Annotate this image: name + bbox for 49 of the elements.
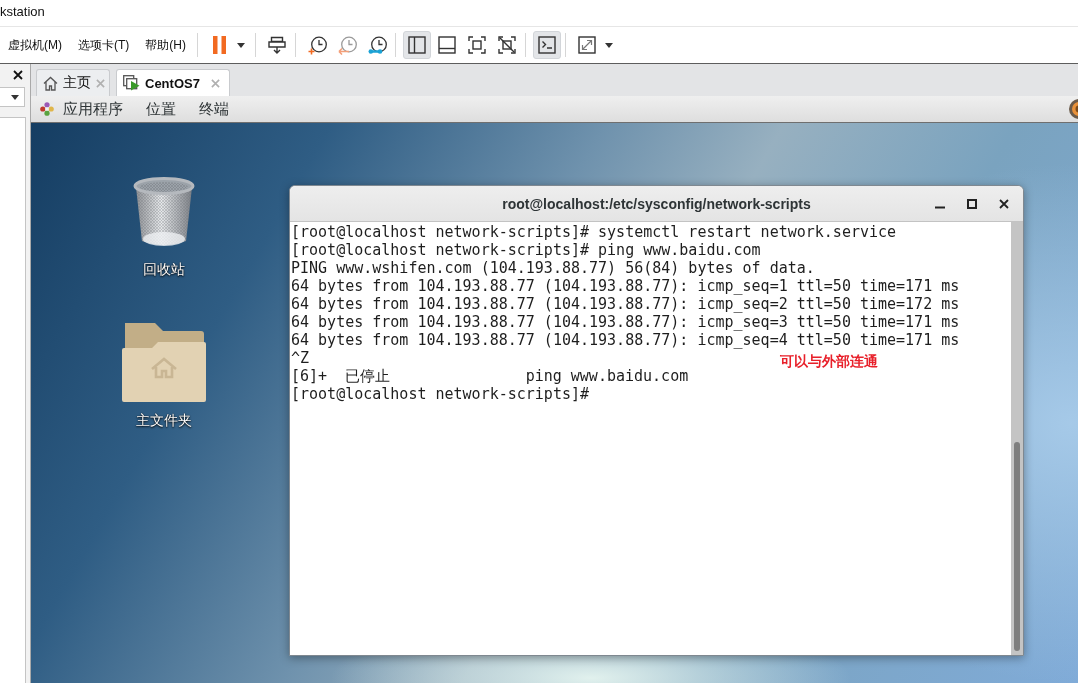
close-icon[interactable] — [999, 198, 1009, 209]
tab[interactable]: CentOS7 — [116, 69, 230, 96]
screen-arrow-icon[interactable] — [268, 36, 286, 54]
caret-icon[interactable] — [605, 42, 613, 48]
menu-item[interactable]: 虚拟机(M) — [0, 31, 70, 59]
home-folder-icon[interactable] — [122, 321, 206, 402]
clock-wrench-icon[interactable] — [367, 35, 387, 55]
terminal-line: 64 bytes from 104.193.88.77 (104.193.88.77): icmp_seq=1 ttl=50 time=171 ms — [291, 277, 960, 295]
terminal-line: [root@localhost network-scripts]# ping www.baidu.com — [291, 241, 761, 259]
home-icon — [43, 75, 58, 91]
apps-icon[interactable] — [40, 102, 54, 116]
menu-item[interactable]: 终端 — [199, 99, 229, 119]
terminal-line: [root@localhost network-scripts]# systemctl restart network.service — [291, 223, 897, 241]
terminal-line: PING www.wshifen.com (104.193.88.77) 56(84) bytes of data. — [291, 259, 815, 277]
expand-icon[interactable] — [578, 36, 596, 54]
icon-label: 主文件夹 — [136, 412, 192, 430]
close-icon[interactable] — [13, 70, 23, 80]
window-title: kstation — [0, 3, 45, 19]
menu-item[interactable]: 选项卡(T) — [70, 31, 138, 59]
view-toggle-button[interactable] — [533, 31, 561, 59]
terminal-line: [root@localhost network-scripts]# — [291, 385, 589, 403]
bottom-panel-icon[interactable] — [438, 36, 456, 54]
view-toggle-button[interactable] — [403, 31, 431, 59]
caret-icon[interactable] — [237, 42, 245, 48]
menu-item[interactable]: 位置 — [146, 99, 176, 119]
terminal-line: 64 bytes from 104.193.88.77 (104.193.88.77): icmp_seq=2 ttl=50 time=172 ms — [291, 295, 960, 313]
dropdown-field[interactable] — [0, 87, 25, 107]
menu-item[interactable]: 帮助(H) — [137, 31, 194, 59]
frame-corners-icon[interactable] — [468, 36, 486, 54]
menu-item[interactable]: 应用程序 — [40, 99, 123, 119]
pause-icon[interactable] — [212, 36, 226, 54]
scrollbar[interactable] — [1011, 222, 1023, 655]
annotation-text: 可以与外部连通 — [780, 353, 878, 371]
terminal-line: ^Z — [291, 349, 310, 367]
tab[interactable]: 主页 — [36, 69, 110, 96]
maximize-icon[interactable] — [967, 198, 977, 209]
caret-icon[interactable] — [11, 94, 19, 100]
vm-play-icon — [123, 75, 140, 91]
clock-plus-icon[interactable] — [307, 35, 327, 55]
frame-slash-icon[interactable] — [498, 36, 516, 54]
icon-label: 回收站 — [143, 261, 185, 279]
terminal-line: 64 bytes from 104.193.88.77 (104.193.88.77): icmp_seq=3 ttl=50 time=171 ms — [291, 313, 960, 331]
window-title: root@localhost:/etc/sysconfig/network-scripts — [502, 195, 811, 212]
trash-icon[interactable] — [133, 177, 195, 249]
scrollbar-thumb[interactable] — [1014, 442, 1020, 651]
console-icon[interactable] — [538, 36, 556, 54]
terminal-line: 64 bytes from 104.193.88.77 (104.193.88.77): icmp_seq=4 ttl=50 time=171 ms — [291, 331, 960, 349]
terminal-line: [6]+ 已停止 ping www.baidu.com — [291, 367, 689, 385]
sidebar-layout-icon[interactable] — [408, 36, 426, 54]
